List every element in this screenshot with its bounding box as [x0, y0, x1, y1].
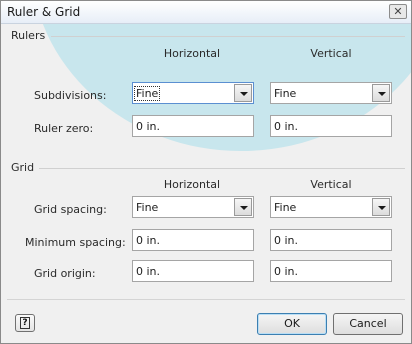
grid-col-vertical: Vertical [310, 178, 352, 191]
help-button[interactable]: ? [15, 314, 35, 332]
rulers-divider [51, 36, 405, 37]
ruler-grid-dialog: Ruler & Grid ✕ Rulers Horizontal Vertica… [0, 0, 412, 344]
help-icon: ? [20, 317, 30, 329]
rulers-section-label: Rulers [11, 29, 46, 42]
ruler-zero-horizontal-value: 0 in. [136, 120, 161, 133]
minimum-spacing-label: Minimum spacing: [25, 236, 126, 249]
ruler-zero-vertical-input[interactable]: 0 in. [270, 115, 392, 137]
window-title: Ruler & Grid [7, 5, 81, 19]
subdivisions-vertical-select[interactable]: Fine [270, 82, 392, 104]
grid-origin-label: Grid origin: [34, 267, 96, 280]
grid-col-horizontal: Horizontal [163, 178, 221, 191]
chevron-down-icon[interactable] [372, 198, 390, 216]
ok-button[interactable]: OK [257, 313, 327, 335]
grid-origin-vertical-value: 0 in. [274, 265, 299, 278]
chevron-down-icon[interactable] [372, 84, 390, 102]
close-button[interactable]: ✕ [389, 4, 407, 19]
subdivisions-horizontal-select[interactable]: Fine [132, 82, 254, 104]
grid-spacing-vertical-select[interactable]: Fine [270, 196, 392, 218]
grid-origin-vertical-input[interactable]: 0 in. [270, 260, 392, 282]
minimum-spacing-vertical-input[interactable]: 0 in. [270, 229, 392, 251]
grid-origin-horizontal-input[interactable]: 0 in. [132, 260, 254, 282]
subdivisions-label: Subdivisions: [34, 89, 107, 102]
grid-origin-horizontal-value: 0 in. [136, 265, 161, 278]
cancel-button[interactable]: Cancel [333, 313, 403, 335]
grid-spacing-horizontal-select[interactable]: Fine [132, 196, 254, 218]
ruler-zero-vertical-value: 0 in. [274, 120, 299, 133]
grid-spacing-label: Grid spacing: [34, 203, 107, 216]
title-bar: Ruler & Grid ✕ [1, 1, 411, 24]
grid-spacing-horizontal-value: Fine [136, 201, 159, 214]
footer-divider [7, 299, 405, 300]
minimum-spacing-horizontal-input[interactable]: 0 in. [132, 229, 254, 251]
ruler-zero-horizontal-input[interactable]: 0 in. [132, 115, 254, 137]
chevron-down-icon[interactable] [234, 198, 252, 216]
close-icon: ✕ [393, 5, 403, 18]
ruler-zero-label: Ruler zero: [34, 122, 94, 135]
rulers-col-horizontal: Horizontal [163, 47, 221, 60]
minimum-spacing-horizontal-value: 0 in. [136, 234, 161, 247]
subdivisions-vertical-value: Fine [274, 87, 297, 100]
minimum-spacing-vertical-value: 0 in. [274, 234, 299, 247]
rulers-col-vertical: Vertical [310, 47, 352, 60]
grid-divider [39, 168, 405, 169]
chevron-down-icon[interactable] [234, 84, 252, 102]
grid-section-label: Grid [11, 161, 35, 174]
subdivisions-horizontal-value: Fine [133, 86, 161, 101]
grid-spacing-vertical-value: Fine [274, 201, 297, 214]
